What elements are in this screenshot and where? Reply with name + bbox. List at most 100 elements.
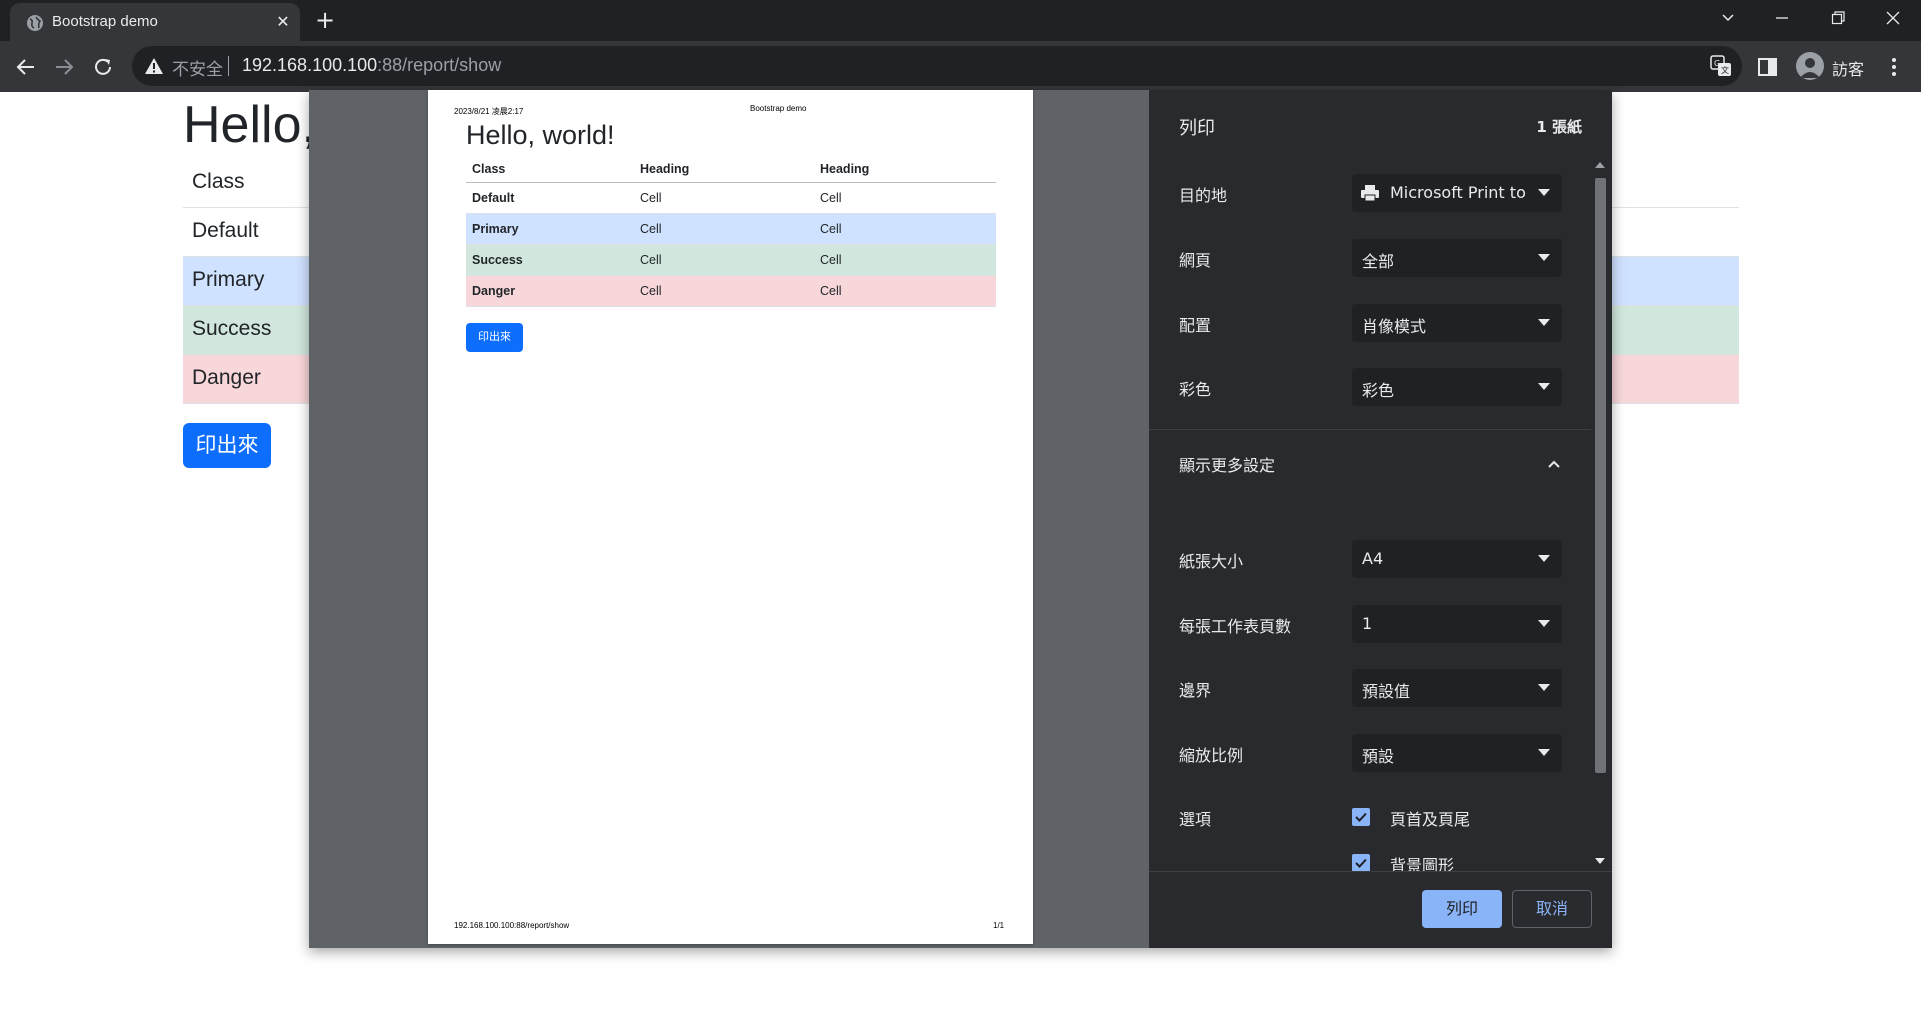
- tab-strip: Bootstrap demo ✕ +: [0, 0, 1921, 41]
- pages-label: 網頁: [1179, 251, 1212, 270]
- tab-close-icon[interactable]: ✕: [272, 11, 294, 33]
- color-value: 彩色: [1362, 381, 1395, 400]
- destination-value: Microsoft Print to P: [1390, 183, 1532, 202]
- paper-size-label: 紙張大小: [1179, 552, 1244, 571]
- footer-divider: [1149, 871, 1612, 872]
- row-label: Default: [472, 191, 515, 205]
- check-icon: [1355, 858, 1367, 868]
- cell: Cell: [640, 222, 662, 236]
- print-settings-panel: 列印 1 張紙 目的地 Microsoft Print to P 網頁 全部 配…: [1149, 90, 1612, 948]
- settings-scrollbar[interactable]: [1591, 158, 1610, 871]
- margins-select[interactable]: 預設值: [1352, 669, 1562, 707]
- preview-row-danger: Danger Cell Cell: [466, 276, 996, 307]
- side-panel-icon[interactable]: [1756, 55, 1780, 79]
- browser-tab[interactable]: Bootstrap demo ✕: [10, 3, 300, 41]
- warning-icon[interactable]: [144, 56, 164, 76]
- pages-select[interactable]: 全部: [1352, 239, 1562, 277]
- scale-value: 預設: [1362, 747, 1395, 766]
- restore-icon[interactable]: [1810, 0, 1866, 36]
- cell: Cell: [640, 253, 662, 267]
- profile-button[interactable]: 訪客: [1792, 47, 1892, 85]
- preview-row-primary: Primary Cell Cell: [466, 214, 996, 245]
- chevron-down-icon: [1538, 555, 1550, 562]
- layout-label: 配置: [1179, 316, 1212, 335]
- tab-search-icon[interactable]: [1700, 0, 1756, 36]
- printer-icon: [1361, 185, 1379, 202]
- cell: Cell: [640, 191, 662, 205]
- forward-icon[interactable]: [50, 53, 78, 81]
- scale-select[interactable]: 預設: [1352, 734, 1562, 772]
- url-path: :88/report/show: [377, 55, 502, 75]
- headers-footers-checkbox[interactable]: [1352, 808, 1370, 826]
- row-label: Danger: [192, 366, 261, 389]
- reload-icon[interactable]: [89, 53, 117, 81]
- minimize-icon[interactable]: [1754, 0, 1810, 36]
- header-cell: Class: [192, 170, 245, 193]
- translate-icon[interactable]: G 文: [1710, 55, 1732, 77]
- back-icon[interactable]: [12, 53, 40, 81]
- print-title: 列印: [1179, 118, 1215, 139]
- margins-label: 邊界: [1179, 681, 1212, 700]
- svg-text:文: 文: [1721, 65, 1729, 75]
- cancel-button[interactable]: 取消: [1512, 890, 1592, 928]
- not-secure-label[interactable]: 不安全: [172, 55, 223, 80]
- preview-date: 2023/8/21 凌晨2:17: [454, 107, 524, 116]
- preview-page-counter: 1/1: [993, 921, 1005, 930]
- preview-table-header: Class Heading Heading: [466, 157, 996, 183]
- chevron-up-icon: [1548, 460, 1560, 468]
- preview-row-default: Default Cell Cell: [466, 183, 996, 214]
- destination-select[interactable]: Microsoft Print to P: [1352, 174, 1562, 212]
- scroll-thumb[interactable]: [1595, 178, 1606, 773]
- header-cell: Heading: [820, 162, 870, 176]
- cell: Cell: [640, 284, 662, 298]
- headers-footers-label[interactable]: 頁首及頁尾: [1390, 806, 1470, 830]
- settings-scroll-area[interactable]: 目的地 Microsoft Print to P 網頁 全部 配置 肖像模式 彩…: [1149, 158, 1612, 871]
- row-label: Primary: [192, 268, 265, 291]
- page-title: Hello,: [183, 96, 316, 154]
- paper-size-select[interactable]: A4: [1352, 540, 1562, 578]
- print-preview-area: 2023/8/21 凌晨2:17 Bootstrap demo Hello, w…: [309, 90, 1149, 948]
- globe-icon: [27, 15, 43, 31]
- background-graphics-label[interactable]: 背景圖形: [1390, 852, 1454, 871]
- more-settings-toggle[interactable]: 顯示更多設定: [1149, 430, 1593, 502]
- chevron-down-icon: [1538, 319, 1550, 326]
- paper-size-value: A4: [1362, 549, 1384, 568]
- row-label: Success: [472, 253, 523, 267]
- chevron-down-icon: [1538, 749, 1550, 756]
- row-label: Default: [192, 219, 259, 242]
- preview-heading: Hello, world!: [466, 120, 615, 150]
- new-tab-icon[interactable]: +: [312, 8, 338, 34]
- background-graphics-checkbox[interactable]: [1352, 854, 1370, 871]
- layout-value: 肖像模式: [1362, 317, 1427, 336]
- header-cell: Heading: [640, 162, 690, 176]
- pages-value: 全部: [1362, 252, 1395, 271]
- chevron-down-icon: [1538, 254, 1550, 261]
- avatar-icon: [1796, 52, 1824, 80]
- preview-footer-url: 192.168.100.100:88/report/show: [454, 921, 570, 930]
- preview-row-success: Success Cell Cell: [466, 245, 996, 276]
- cell: Cell: [820, 284, 842, 298]
- color-label: 彩色: [1179, 380, 1212, 399]
- destination-label: 目的地: [1179, 186, 1228, 205]
- print-button[interactable]: 列印: [1422, 890, 1502, 928]
- pages-per-sheet-label: 每張工作表頁數: [1179, 617, 1292, 636]
- url-text[interactable]: 192.168.100.100:88/report/show: [242, 55, 501, 76]
- chevron-down-icon: [1538, 684, 1550, 691]
- profile-label: 訪客: [1832, 60, 1865, 79]
- close-window-icon[interactable]: [1865, 0, 1921, 36]
- url-host: 192.168.100.100: [242, 55, 378, 75]
- layout-select[interactable]: 肖像模式: [1352, 304, 1562, 342]
- header-cell: Class: [472, 162, 506, 176]
- scroll-down-icon[interactable]: [1595, 858, 1605, 864]
- print-page-button[interactable]: 印出來: [183, 423, 271, 468]
- margins-value: 預設值: [1362, 682, 1411, 701]
- preview-doc-title: Bootstrap demo: [750, 104, 807, 113]
- scroll-up-icon[interactable]: [1595, 162, 1605, 168]
- address-bar[interactable]: 不安全 192.168.100.100:88/report/show G 文: [132, 46, 1742, 86]
- more-menu-icon[interactable]: [1882, 55, 1906, 79]
- color-select[interactable]: 彩色: [1352, 368, 1562, 406]
- browser-toolbar: 不安全 192.168.100.100:88/report/show G 文 訪…: [0, 41, 1921, 92]
- pages-per-sheet-select[interactable]: 1: [1352, 605, 1562, 643]
- preview-page: 2023/8/21 凌晨2:17 Bootstrap demo Hello, w…: [428, 90, 1033, 944]
- print-dialog: 2023/8/21 凌晨2:17 Bootstrap demo Hello, w…: [309, 90, 1612, 948]
